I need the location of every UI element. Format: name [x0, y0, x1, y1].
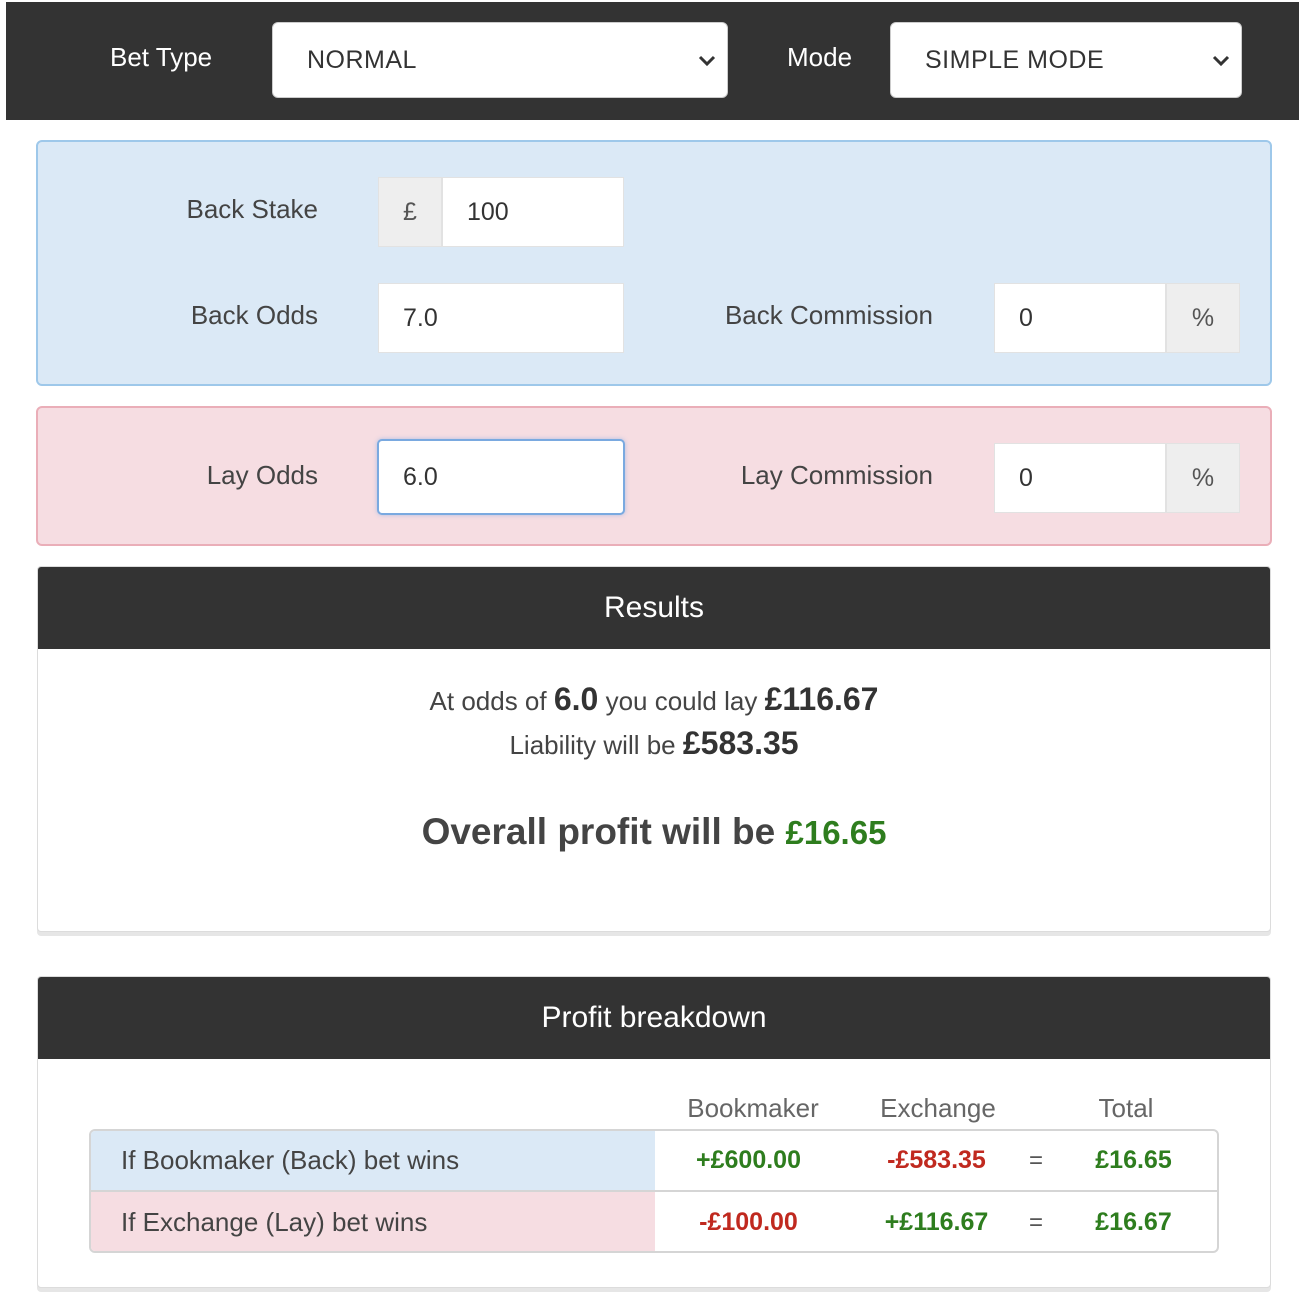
- table-row: If Bookmaker (Back) bet wins +£600.00 -£…: [91, 1131, 1217, 1192]
- lay-commission-input[interactable]: 0: [994, 443, 1166, 513]
- back-commission-label: Back Commission: [724, 300, 933, 330]
- lay-line-text: you could lay: [605, 686, 758, 716]
- table-row: If Exchange (Lay) bet wins -£100.00 +£11…: [91, 1192, 1217, 1251]
- top-bar: Bet Type NORMAL Mode SIMPLE MODE: [6, 2, 1299, 120]
- total-value: £16.67: [1095, 1208, 1172, 1236]
- row-label: If Bookmaker (Back) bet wins: [91, 1131, 655, 1190]
- exchange-value: +£116.67: [884, 1208, 989, 1236]
- column-header-bookmaker: Bookmaker: [687, 1093, 819, 1123]
- results-card: Results At odds of 6.0 you could lay £11…: [37, 566, 1271, 932]
- lay-stake-value: £116.67: [764, 681, 879, 717]
- overall-profit-value: £16.65: [785, 814, 887, 851]
- back-odds-label: Back Odds: [190, 300, 318, 330]
- total-value: £16.65: [1095, 1146, 1172, 1174]
- breakdown-table: If Bookmaker (Back) bet wins +£600.00 -£…: [89, 1129, 1219, 1253]
- breakdown-title: Profit breakdown: [38, 977, 1270, 1059]
- percent-addon: %: [1166, 443, 1240, 513]
- lay-odds-label: Lay Odds: [206, 460, 318, 490]
- back-stake-input[interactable]: 100: [442, 177, 624, 247]
- bet-type-value: NORMAL: [307, 45, 417, 74]
- exchange-value: -£583.35: [887, 1146, 986, 1174]
- liability-line: Liability will be £583.35: [38, 725, 1270, 762]
- mode-value: SIMPLE MODE: [925, 45, 1105, 74]
- column-header-total: Total: [1098, 1093, 1154, 1123]
- liability-text: Liability will be: [509, 730, 676, 760]
- results-title: Results: [38, 567, 1270, 649]
- mode-select[interactable]: SIMPLE MODE: [890, 22, 1242, 98]
- lay-odds-value: 6.0: [553, 681, 599, 717]
- liability-value: £583.35: [682, 725, 799, 761]
- back-odds-input[interactable]: 7.0: [378, 283, 624, 353]
- bookmaker-value: +£600.00: [696, 1146, 801, 1174]
- column-header-exchange: Exchange: [880, 1093, 996, 1123]
- back-panel: Back Stake £ 100 Back Odds 7.0 Back Comm…: [36, 140, 1272, 386]
- lay-line-text: At odds of: [429, 686, 547, 716]
- overall-profit-line: Overall profit will be £16.65: [38, 811, 1270, 853]
- back-commission-input[interactable]: 0: [994, 283, 1166, 353]
- chevron-down-icon: [1212, 55, 1230, 67]
- chevron-down-icon: [698, 55, 716, 67]
- equals-sign: =: [1029, 1146, 1044, 1174]
- bookmaker-value: -£100.00: [699, 1208, 798, 1236]
- profit-breakdown-card: Profit breakdown Bookmaker Exchange Tota…: [37, 976, 1271, 1288]
- mode-label: Mode: [787, 42, 853, 72]
- lay-odds-input[interactable]: 6.0: [377, 439, 625, 515]
- back-stake-label: Back Stake: [186, 194, 318, 224]
- overall-profit-text: Overall profit will be: [421, 811, 776, 852]
- lay-panel: Lay Odds 6.0 Lay Commission 0 %: [36, 406, 1272, 546]
- lay-amount-line: At odds of 6.0 you could lay £116.67: [38, 681, 1270, 718]
- equals-sign: =: [1029, 1208, 1044, 1236]
- lay-commission-label: Lay Commission: [740, 460, 933, 490]
- bet-type-select[interactable]: NORMAL: [272, 22, 728, 98]
- percent-addon: %: [1166, 283, 1240, 353]
- row-label: If Exchange (Lay) bet wins: [91, 1192, 655, 1251]
- bet-type-label: Bet Type: [110, 42, 213, 72]
- currency-addon: £: [378, 177, 442, 247]
